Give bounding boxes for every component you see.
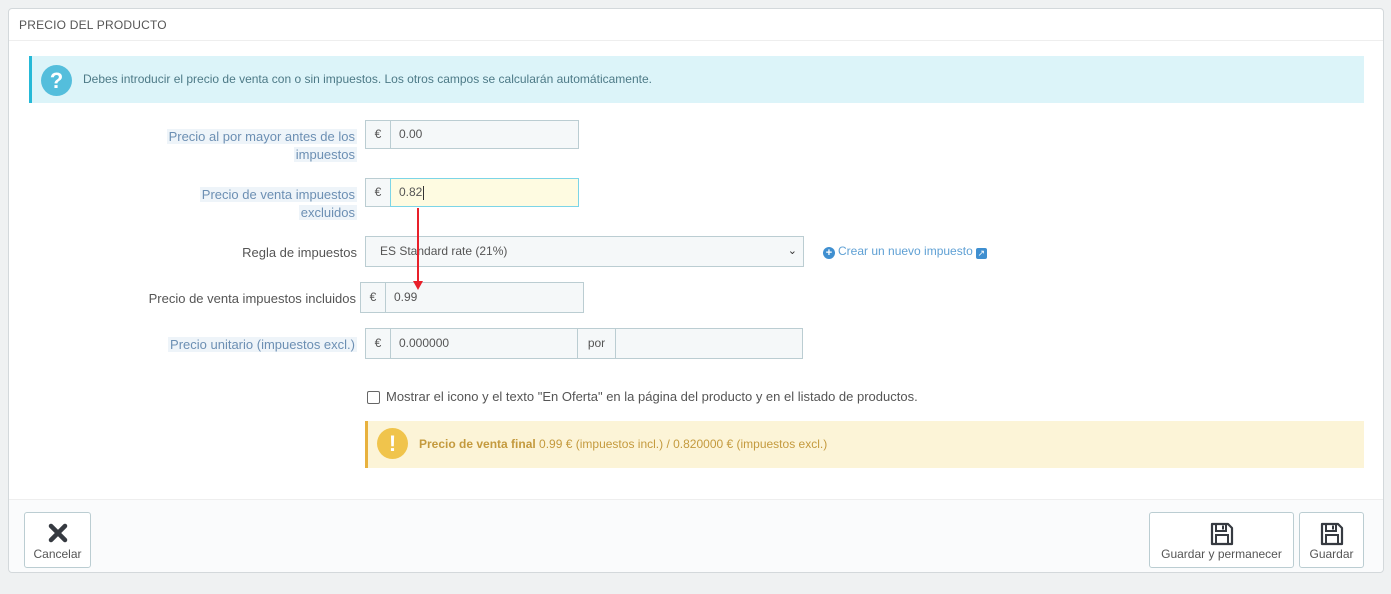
price-incl-input[interactable]: 0.99 [385,282,584,313]
unit-input[interactable] [615,328,803,359]
close-icon [25,521,90,547]
price-incl-currency-addon: € [360,282,386,313]
floppy-disk-icon [1150,521,1293,547]
external-link-icon: ↗ [975,248,987,259]
save-and-stay-button[interactable]: Guardar y permanecer [1149,512,1294,568]
wholesale-price-input[interactable]: 0.00 [390,120,579,149]
text-cursor [423,185,425,200]
tax-rule-label: Regla de impuestos [242,245,357,260]
price-excl-label: Precio de venta impuestos excluidos [199,187,357,220]
unit-price-input[interactable]: 0.000000 [390,328,578,359]
exclamation-icon: ! [377,428,408,459]
final-price-alert: ! Precio de venta final 0.99 € (impuesto… [365,421,1364,468]
plus-circle-icon: + [823,247,835,259]
info-alert: ? Debes introducir el precio de venta co… [29,56,1364,103]
final-price-text: Precio de venta final 0.99 € (impuestos … [419,437,828,451]
tax-rule-select[interactable]: ES Standard rate (21%) ⌄ [365,236,804,267]
chevron-down-icon: ⌄ [787,245,797,257]
price-excl-currency-addon: € [365,178,391,207]
question-icon: ? [41,65,72,96]
panel-heading: PRECIO DEL PRODUCTO [9,9,1383,41]
info-alert-text: Debes introducir el precio de venta con … [83,72,652,86]
panel-footer: Cancelar Guardar y permanecer Guardar [9,499,1383,572]
floppy-disk-icon [1300,521,1363,547]
create-tax-link[interactable]: + Crear un nuevo impuesto ↗ [823,244,987,259]
cancel-button[interactable]: Cancelar [24,512,91,568]
product-price-panel: PRECIO DEL PRODUCTO ? Debes introducir e… [8,8,1384,573]
price-excl-input[interactable]: 0.82 [390,178,579,207]
unit-price-currency-addon: € [365,328,391,359]
unit-per-addon: por [577,328,616,359]
wholesale-currency-addon: € [365,120,391,149]
wholesale-price-label: Precio al por mayor antes de los impuest… [166,129,357,162]
save-button[interactable]: Guardar [1299,512,1364,568]
price-incl-label: Precio de venta impuestos incluidos [148,291,356,306]
on-sale-checkbox-label[interactable]: Mostrar el icono y el texto "En Oferta" … [386,389,918,404]
unit-price-label: Precio unitario (impuestos excl.) [168,337,357,352]
on-sale-checkbox[interactable] [367,391,380,404]
